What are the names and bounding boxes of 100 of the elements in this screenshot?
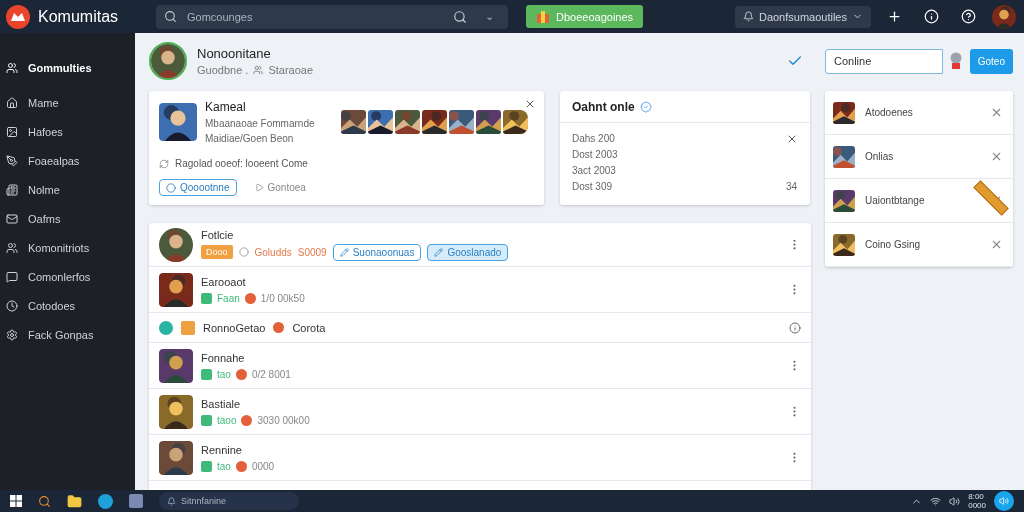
post-title: Fonnahe [201,351,246,364]
search-icon[interactable] [453,9,467,24]
post-tag: tao [217,368,231,380]
post-note: Goludds [254,246,292,258]
secondary-button[interactable]: Gontoea [248,181,312,194]
count-label: 34 [786,181,798,194]
dropdown-caret[interactable]: ⌄ [485,10,494,23]
post-title: Bastiale [201,397,242,410]
logo-icon [6,4,30,29]
sidebar-item[interactable]: Komonitriots [6,233,135,262]
people-icon [6,61,18,74]
item-label: Uaiontbtange [865,195,925,206]
post-tag: tao [217,460,231,472]
badge-icon [948,52,963,70]
help-icon[interactable] [961,9,976,24]
card-text: Maidiae/Goen Beon [205,133,295,144]
sidebar-item[interactable]: Gommulties [6,53,135,82]
post-value: 0000 [251,460,275,472]
sound-button[interactable] [994,491,1014,511]
sidebar-item[interactable]: Oafms [6,204,135,233]
home-icon [6,96,18,109]
post-tag: Corota [292,321,326,334]
post-value: 3030 00k00 [257,414,310,426]
info-icon[interactable] [924,9,939,24]
close-icon [524,98,536,110]
user-avatar[interactable] [992,4,1016,29]
close-button[interactable] [990,150,1003,163]
newspaper-icon [6,183,18,196]
item-label: Onlias [865,151,894,162]
volume-icon[interactable] [949,495,961,507]
action-button[interactable]: Suonaoonuas [332,243,422,261]
windows-icon[interactable] [10,495,22,507]
info-button[interactable] [789,321,801,334]
list-item[interactable]: Atodoenes [825,91,1013,135]
post-value: 0/2 8001 [251,368,291,380]
bell-icon [742,11,754,22]
close-icon [786,133,798,145]
sidebar-item[interactable]: Nolme [6,175,135,204]
image-icon [6,125,18,138]
taskbar-search[interactable]: Sitnnfanine [159,492,299,510]
account-dropdown[interactable]: Daonfsumaoutiles [734,5,871,28]
close-button[interactable] [990,106,1003,119]
post-tag: taoo [217,414,237,426]
plus-icon[interactable] [887,9,902,24]
post-title: Fotlcie [201,228,235,241]
sidebar-item[interactable]: Comonlerfos [6,262,135,291]
clock-icon [6,299,18,312]
speaker-icon [999,496,1009,506]
list-entry: 3act 2003 [572,165,617,178]
sidebar-item[interactable]: Mame [6,88,135,117]
card-footer: Ragolad ooeof: looeent Come [175,158,308,169]
list-item[interactable]: Onlias [825,135,1013,179]
action-button[interactable]: Gooslanado [427,243,509,261]
post-title: RonnoGetao [203,321,266,334]
bell-icon [167,496,176,506]
list-entry: Dahs 200 [572,133,616,146]
post-title: Earooaot [201,275,247,288]
pen-icon [6,154,18,167]
pencil-icon [434,247,444,257]
primary-button[interactable]: Qooootnne [159,179,237,196]
sidebar-item[interactable]: Fack Gonpas [6,320,135,349]
search-icon[interactable] [38,494,51,508]
people-icon [253,65,264,75]
status-icon [159,320,173,335]
search-icon [164,10,177,23]
card-title: Oahnt onle [572,99,635,114]
search-field[interactable]: Gomcounges ⌄ [156,4,508,29]
post-tag: Faan [217,292,240,304]
close-button[interactable] [524,98,536,110]
profile-subtitle: Guodbne . [197,64,249,76]
list-item[interactable]: Coino Gsing [825,223,1013,267]
item-label: Atodoenes [865,107,913,118]
verified-icon [639,100,652,113]
clock-date: 0000 [968,501,986,510]
status-icon [238,247,249,257]
wifi-icon[interactable] [930,495,942,507]
sidebar-item[interactable]: Hafoes [6,117,135,146]
chat-icon [6,270,18,283]
sidebar-item[interactable]: Foaealpas [6,146,135,175]
profile-name: Nonoonitane [197,46,272,61]
circle-icon [166,182,176,193]
play-icon [254,183,264,192]
item-label: Coino Gsing [865,239,921,250]
clock-time: 8:00 [968,492,985,501]
info-icon [789,321,801,334]
gift-icon [536,9,550,24]
pencil-icon [339,247,349,257]
status-badge: Dooo [201,245,233,259]
sidebar-item[interactable]: Cotodoes [6,291,135,320]
list-entry: Dost 2003 [572,149,619,162]
mail-icon [6,212,18,225]
close-icon [990,106,1003,119]
refresh-icon [159,158,169,169]
status-field[interactable]: Conline [825,48,944,74]
settings-icon [6,328,18,341]
close-button[interactable] [990,238,1003,251]
profile-meta: Staraoae [268,64,314,76]
list-entry: Dost 309 [572,181,614,194]
list-item[interactable]: Uaiontbtange [825,179,1013,223]
app-title: Komumitas [38,7,119,26]
